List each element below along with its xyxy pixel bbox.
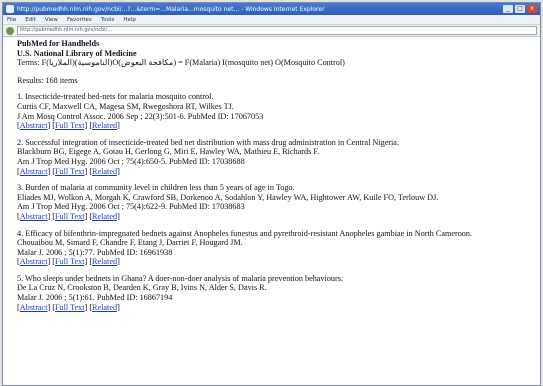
result-item: 4. Efficacy of bifenthrin-impregnated be… (17, 229, 530, 267)
result-item: 1. Insecticide-treated bed-nets for mala… (17, 92, 530, 130)
close-button[interactable]: × (527, 5, 537, 13)
result-authors: Curtis CF, Maxwell CA, Magesa SM, Rwegos… (17, 101, 234, 111)
page-content: PubMed for Handhelds U.S. National Libra… (17, 39, 530, 312)
related-link[interactable]: Related (92, 167, 117, 176)
title-bar: http://pubmedhh.nlm.nih.gov/ncbi/...?...… (3, 3, 540, 15)
result-source: J Am Mosq Control Assoc. 2006 Sep ; 22(3… (17, 111, 264, 121)
site-title: PubMed for Handhelds (17, 39, 100, 48)
result-authors: De La Cruz N, Crookston B, Dearden K, Gr… (17, 283, 267, 293)
result-item: 5. Who sleeps under bednets in Ghana? A … (17, 274, 530, 312)
results-list: 1. Insecticide-treated bed-nets for mala… (17, 92, 530, 312)
result-authors: Chouaibou M, Simard F, Chandre F, Etang … (17, 238, 243, 248)
related-link[interactable]: Related (92, 257, 117, 266)
abstract-link[interactable]: Abstract (20, 167, 48, 176)
result-links: [Abstract] [Full Text] [Related] (17, 121, 120, 131)
full-text-link[interactable]: Full Text (55, 121, 85, 130)
related-link[interactable]: Related (92, 121, 117, 130)
full-text-link[interactable]: Full Text (55, 167, 85, 176)
menu-favorites[interactable]: Favorites (67, 17, 92, 23)
address-input[interactable]: http://pubmedhh.nlm.nih.gov/ncbi/... (17, 26, 537, 35)
result-item: 3. Burden of malaria at community level … (17, 183, 530, 221)
address-bar: http://pubmedhh.nlm.nih.gov/ncbi/... (3, 25, 540, 37)
related-link[interactable]: Related (92, 212, 117, 221)
result-links: [Abstract] [Full Text] [Related] (17, 166, 120, 176)
results-count: Results: 168 items (17, 75, 78, 85)
abstract-link[interactable]: Abstract (20, 121, 48, 130)
abstract-link[interactable]: Abstract (20, 257, 48, 266)
site-subtitle: U.S. National Library of Medicine (17, 48, 137, 58)
result-source: Am J Trop Med Hyg. 2006 Oct ; 75(4):650-… (17, 156, 245, 166)
result-source: Malar J. 2006 ; 5(1):61. PubMed ID: 1686… (17, 293, 173, 303)
browser-window: http://pubmedhh.nlm.nih.gov/ncbi/...?...… (2, 2, 541, 386)
minimize-button[interactable]: _ (503, 5, 513, 13)
menu-file[interactable]: File (7, 17, 16, 23)
menu-bar: File Edit View Favorites Tools Help (3, 15, 540, 25)
back-icon[interactable] (6, 26, 14, 35)
result-authors: Eliades MJ, Wolkon A, Morgah K, Crawford… (17, 192, 439, 202)
maximize-button[interactable]: □ (515, 5, 525, 13)
result-item: 2. Successful integration of insecticide… (17, 138, 530, 176)
result-title: 4. Efficacy of bifenthrin-impregnated be… (17, 228, 473, 238)
abstract-link[interactable]: Abstract (20, 212, 48, 221)
result-source: Malar J. 2006 ; 5(1):77. PubMed ID: 1696… (17, 247, 173, 257)
result-links: [Abstract] [Full Text] [Related] (17, 302, 120, 312)
menu-tools[interactable]: Tools (101, 17, 115, 23)
result-links: [Abstract] [Full Text] [Related] (17, 257, 120, 267)
full-text-link[interactable]: Full Text (55, 303, 85, 312)
full-text-link[interactable]: Full Text (55, 257, 85, 266)
result-source: Am J Trop Med Hyg. 2006 Oct ; 75(4):622-… (17, 202, 245, 212)
related-link[interactable]: Related (92, 303, 117, 312)
window-title: http://pubmedhh.nlm.nih.gov/ncbi/...?...… (17, 5, 325, 13)
result-title: 2. Successful integration of insecticide… (17, 137, 399, 147)
result-title: 5. Who sleeps under bednets in Ghana? A … (17, 273, 343, 283)
ie-icon (6, 5, 14, 13)
search-terms: Terms: F(الملاريا)(الناموسية)O(مكافحة ال… (17, 58, 345, 68)
result-title: 1. Insecticide-treated bed-nets for mala… (17, 92, 214, 102)
menu-edit[interactable]: Edit (25, 17, 36, 23)
result-title: 3. Burden of malaria at community level … (17, 183, 295, 193)
menu-help[interactable]: Help (123, 17, 136, 23)
result-authors: Blackburn BG, Eigege A, Gotau H, Gerlong… (17, 147, 320, 157)
result-links: [Abstract] [Full Text] [Related] (17, 211, 120, 221)
abstract-link[interactable]: Abstract (20, 303, 48, 312)
full-text-link[interactable]: Full Text (55, 212, 85, 221)
menu-view[interactable]: View (45, 17, 58, 23)
